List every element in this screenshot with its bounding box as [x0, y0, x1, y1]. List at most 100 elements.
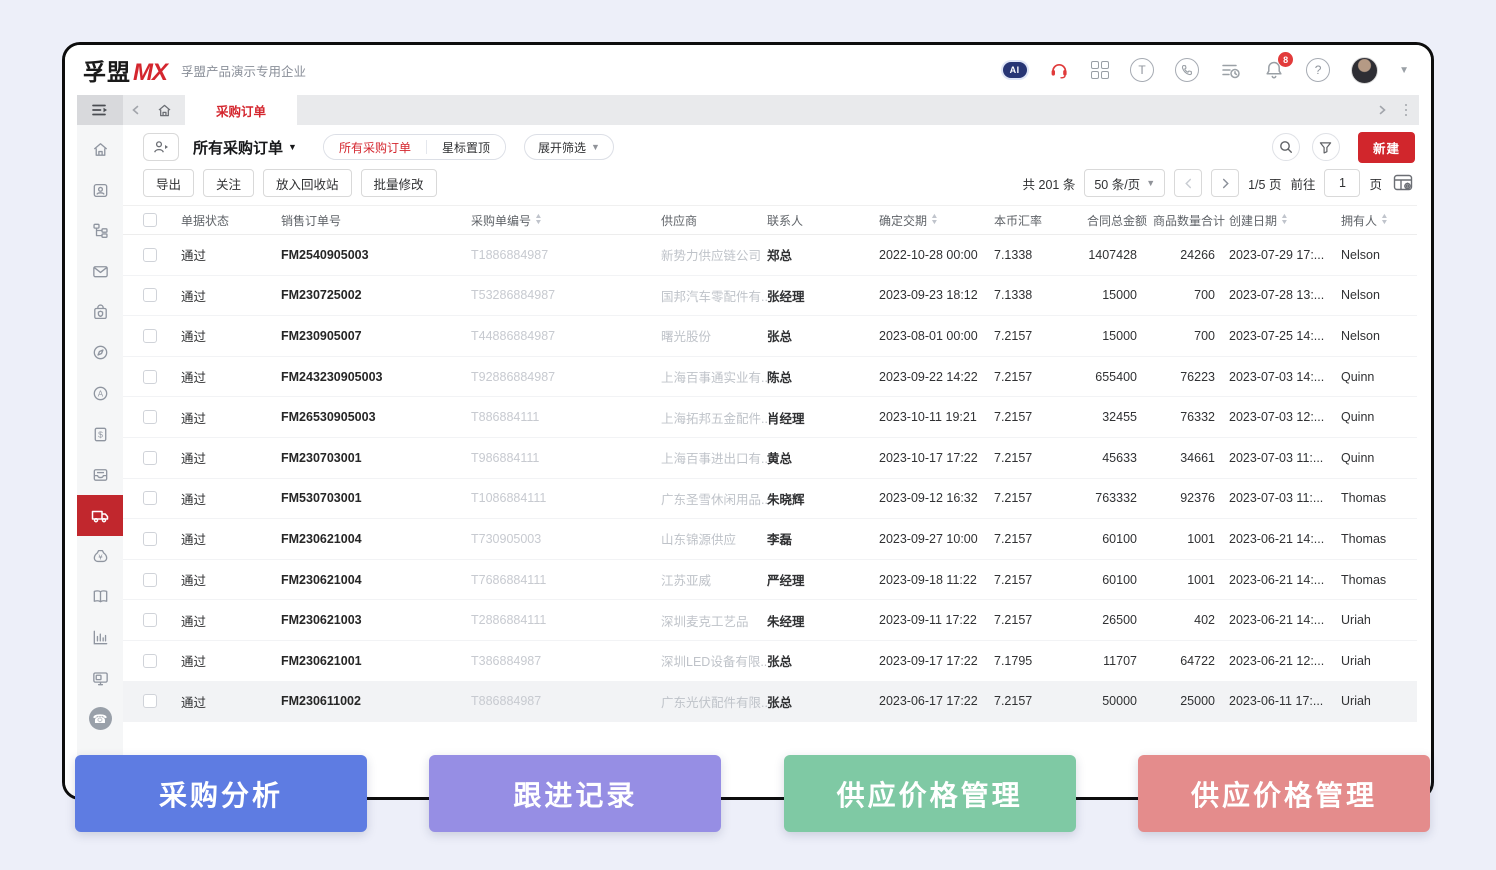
table-row[interactable]: 通过 FM230905007 T44886884987 曙光股份 张总 2023…	[123, 316, 1417, 357]
row-checkbox[interactable]	[143, 410, 157, 424]
export-button[interactable]: 导出	[143, 169, 194, 197]
avatar[interactable]	[1351, 57, 1378, 84]
col-header-created[interactable]: 创建日期▲▼	[1229, 212, 1341, 229]
col-header-delivery[interactable]: 确定交期▲▼	[879, 212, 994, 229]
sidebar-item-purchasing[interactable]	[77, 495, 123, 536]
headset-icon[interactable]	[1048, 59, 1070, 81]
footer-button-supply-price-management-2[interactable]: 供应价格管理	[1138, 755, 1430, 832]
row-checkbox[interactable]	[143, 248, 157, 262]
cell-po-no: T53286884987	[471, 288, 661, 302]
table-row[interactable]: 通过 FM230621004 T7686884111 江苏亚威 严经理 2023…	[123, 560, 1417, 601]
sidebar-item-mail[interactable]	[77, 251, 123, 292]
table-row[interactable]: 通过 FM230703001 T986884111 上海百事进出口有... 黄总…	[123, 438, 1417, 479]
prev-page-button[interactable]	[1174, 169, 1202, 197]
chevron-down-icon[interactable]: ▼	[1399, 65, 1409, 76]
sidebar-item-discover[interactable]	[77, 332, 123, 373]
batch-edit-button[interactable]: 批量修改	[361, 169, 437, 197]
cell-select	[143, 248, 181, 262]
row-checkbox[interactable]	[143, 532, 157, 546]
footer-button-follow-up-records[interactable]: 跟进记录	[429, 755, 721, 832]
filter-button[interactable]	[1312, 133, 1340, 161]
cell-po-no: T1086884111	[471, 491, 661, 505]
cell-amount: 60100	[1079, 573, 1151, 587]
sidebar-item-quotes[interactable]: $	[77, 414, 123, 455]
col-header-amount[interactable]: 合同总金额	[1079, 212, 1151, 229]
select-all-checkbox[interactable]	[143, 213, 157, 227]
filter-starred-pinned[interactable]: 星标置顶	[427, 135, 505, 159]
col-header-rate[interactable]: 本币汇率	[994, 212, 1079, 229]
row-checkbox[interactable]	[143, 654, 157, 668]
sort-icon[interactable]: ▲▼	[1381, 214, 1388, 226]
table-row[interactable]: 通过 FM530703001 T1086884111 广东圣雪休闲用品... 朱…	[123, 479, 1417, 520]
ai-bot-icon[interactable]: AI	[1003, 62, 1027, 78]
page-size-select[interactable]: 50 条/页 ▼	[1084, 169, 1165, 197]
row-checkbox[interactable]	[143, 573, 157, 587]
view-selector[interactable]: 所有采购订单 ▼	[193, 137, 297, 158]
phone-icon[interactable]	[1175, 58, 1199, 82]
row-checkbox[interactable]	[143, 694, 157, 708]
field-settings-button[interactable]	[1391, 171, 1415, 195]
table-row[interactable]: 通过 FM230621003 T2886884111 深圳麦克工艺品 朱经理 2…	[123, 600, 1417, 641]
col-header-sales-no[interactable]: 销售订单号	[281, 212, 471, 229]
row-checkbox[interactable]	[143, 370, 157, 384]
row-checkbox[interactable]	[143, 451, 157, 465]
row-checkbox[interactable]	[143, 329, 157, 343]
sort-icon[interactable]: ▲▼	[931, 214, 938, 226]
footer-button-supply-price-management-1[interactable]: 供应价格管理	[784, 755, 1076, 832]
recycle-bin-button[interactable]: 放入回收站	[263, 169, 352, 197]
table-row[interactable]: 通过 FM230621001 T386884987 深圳LED设备有限... 张…	[123, 641, 1417, 682]
col-header-po-no[interactable]: 采购单编号▲▼	[471, 212, 661, 229]
total-count: 共 201 条	[1023, 174, 1076, 193]
table-row[interactable]: 通过 FM243230905003 T92886884987 上海百事通实业有.…	[123, 357, 1417, 398]
sidebar-item-contacts[interactable]	[77, 170, 123, 211]
bell-icon[interactable]: 8	[1263, 59, 1285, 81]
sort-icon[interactable]: ▲▼	[1281, 214, 1288, 226]
next-page-button[interactable]	[1211, 169, 1239, 197]
row-checkbox[interactable]	[143, 288, 157, 302]
tab-back-icon[interactable]	[123, 105, 149, 115]
owner-filter-button[interactable]	[143, 133, 179, 161]
table-row[interactable]: 通过 FM2540905003 T1886884987 新势力供应链公司 郑总 …	[123, 235, 1417, 276]
sidebar-item-reports[interactable]	[77, 617, 123, 658]
cell-delivery: 2022-10-28 00:00	[879, 248, 994, 262]
cell-qty: 402	[1151, 613, 1229, 627]
table-row[interactable]: 通过 FM230621004 T730905003 山东锦源供应 李磊 2023…	[123, 519, 1417, 560]
col-header-supplier[interactable]: 供应商	[661, 212, 767, 229]
table-row[interactable]: 通过 FM26530905003 T886884111 上海拓邦五金配件... …	[123, 397, 1417, 438]
footer-button-purchase-analysis[interactable]: 采购分析	[75, 755, 367, 832]
tab-more-icon[interactable]	[1405, 104, 1408, 117]
search-button[interactable]	[1272, 133, 1300, 161]
new-button[interactable]: 新建	[1358, 132, 1415, 163]
expand-filters-button[interactable]: 展开筛选 ▼	[524, 134, 614, 160]
home-tab-icon[interactable]	[149, 102, 179, 119]
filter-all-purchase-orders[interactable]: 所有采购订单	[324, 135, 426, 159]
help-icon[interactable]: ?	[1306, 58, 1330, 82]
row-checkbox[interactable]	[143, 613, 157, 627]
collapse-menu-button[interactable]	[77, 95, 123, 125]
sidebar-item-products[interactable]	[77, 292, 123, 333]
col-header-status[interactable]: 单据状态	[181, 212, 281, 229]
sort-icon[interactable]: ▲▼	[535, 214, 542, 226]
sidebar-item-ledger[interactable]	[77, 577, 123, 618]
table-row[interactable]: 通过 FM230611002 T886884987 广东光伏配件有限... 张总…	[123, 682, 1417, 723]
tab-forward-icon[interactable]	[1369, 105, 1395, 115]
cell-qty: 1001	[1151, 532, 1229, 546]
translate-icon[interactable]: T	[1130, 58, 1154, 82]
sidebar-item-home[interactable]	[77, 129, 123, 170]
goto-page-input[interactable]	[1324, 169, 1360, 197]
tab-purchase-orders[interactable]: 采购订单	[185, 95, 297, 125]
col-header-qty[interactable]: 商品数量合计	[1151, 212, 1229, 229]
follow-button[interactable]: 关注	[203, 169, 254, 197]
col-header-owner[interactable]: 拥有人▲▼	[1341, 212, 1417, 229]
sidebar-item-workbench[interactable]	[77, 658, 123, 699]
sidebar-item-marketing[interactable]: A	[77, 373, 123, 414]
call-log-icon[interactable]	[1220, 59, 1242, 81]
sidebar-item-org[interactable]	[77, 210, 123, 251]
col-header-contact[interactable]: 联系人	[767, 212, 879, 229]
sidebar-item-whatsapp[interactable]: ☎	[77, 699, 123, 740]
table-row[interactable]: 通过 FM230725002 T53286884987 国邦汽车零配件有... …	[123, 276, 1417, 317]
apps-grid-icon[interactable]	[1091, 61, 1110, 80]
sidebar-item-orders[interactable]	[77, 455, 123, 496]
row-checkbox[interactable]	[143, 491, 157, 505]
sidebar-item-finance[interactable]: ¥	[77, 536, 123, 577]
